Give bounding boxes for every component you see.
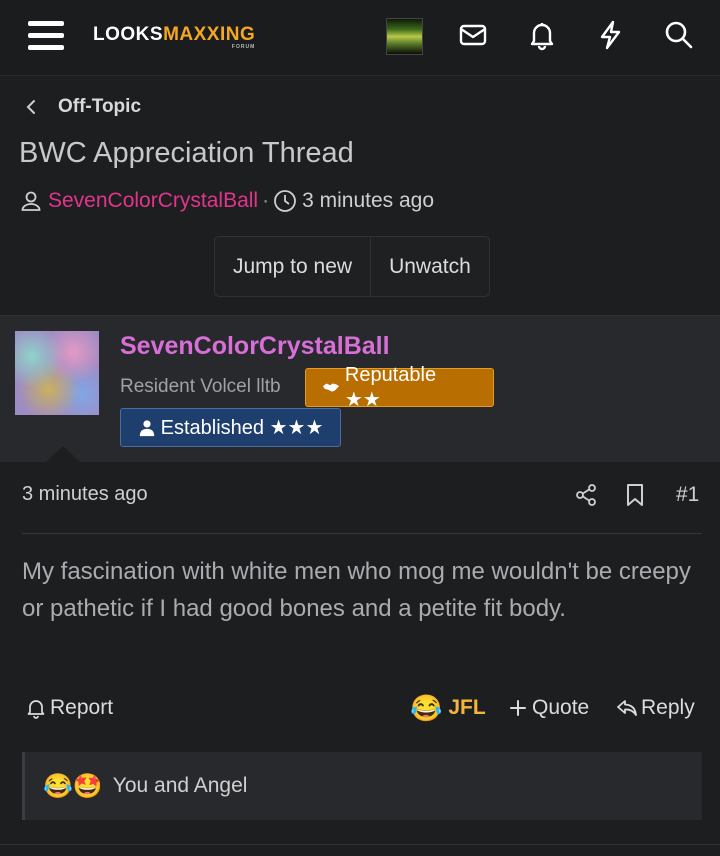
user-icon [139,419,154,436]
reactions-summary[interactable]: 😂🤩 You and Angel [22,752,702,820]
post-number[interactable]: #1 [676,483,699,507]
post-body: My fascination with white men who mog me… [22,558,691,622]
thread-meta: SevenColorCrystalBall · 3 minutes ago [19,187,434,215]
reply-icon [617,700,637,716]
report-label: Report [50,696,114,719]
reputable-badge: Reputable ★★ [305,364,494,411]
search-icon[interactable] [662,18,696,52]
bell-icon[interactable] [525,18,559,52]
menu-icon[interactable] [28,21,64,51]
user-block-pointer [46,446,80,462]
user-icon [21,191,41,211]
post-time[interactable]: 3 minutes ago [22,483,148,506]
quote-label: Quote [532,696,590,719]
post: SevenColorCrystalBall Resident Volcel ll… [0,315,720,845]
quote-button[interactable]: Quote [507,690,589,726]
clock-icon [274,190,296,212]
mail-icon[interactable] [456,18,490,52]
reactions-summary-text: You and Angel [112,774,248,797]
established-badge-label: Established ★★★ [160,417,324,439]
thread-title: BWC Appreciation Thread [19,137,354,169]
unwatch-button[interactable]: Unwatch [370,237,489,296]
reply-label: Reply [641,696,695,719]
breadcrumb[interactable]: Off-Topic [22,94,141,120]
bolt-icon[interactable] [593,18,627,52]
meta-separator: · [262,189,270,212]
thread-time: 3 minutes ago [302,189,435,212]
thread-action-buttons: Jump to new Unwatch [214,236,490,297]
jump-to-new-button[interactable]: Jump to new [215,237,370,296]
reputable-badge-label: Reputable ★★ [344,363,437,411]
reply-button[interactable]: Reply [616,690,695,726]
established-badge: Established ★★★ [120,408,341,447]
poster-user-title: Resident Volcel lltb [120,376,281,397]
plus-icon [510,700,526,716]
thread-author-link[interactable]: SevenColorCrystalBall [48,189,258,213]
laughing-emoji-icon: 😂 [410,692,443,723]
report-button[interactable]: Report [25,690,113,726]
user-avatar[interactable] [386,18,423,55]
site-logo[interactable]: LOOKSMAXXING FORUM [93,24,255,50]
breadcrumb-label: Off-Topic [58,96,142,117]
post-user-block: SevenColorCrystalBall Resident Volcel ll… [0,316,720,462]
jfl-reaction-button[interactable]: 😂 JFL [410,690,486,726]
reaction-emojis-icon: 😂🤩 [43,772,103,800]
bookmark-icon[interactable] [622,482,648,508]
divider [22,533,702,534]
bell-icon [27,700,45,719]
poster-avatar[interactable] [15,331,99,415]
handshake-icon [322,383,340,392]
post-actions: Report 😂 JFL Quote Reply [0,690,720,726]
jfl-label: JFL [448,696,486,719]
share-icon[interactable] [573,482,599,508]
poster-username[interactable]: SevenColorCrystalBall [120,332,390,361]
top-navigation-bar: LOOKSMAXXING FORUM [0,0,720,76]
chevron-left-icon [26,100,35,114]
